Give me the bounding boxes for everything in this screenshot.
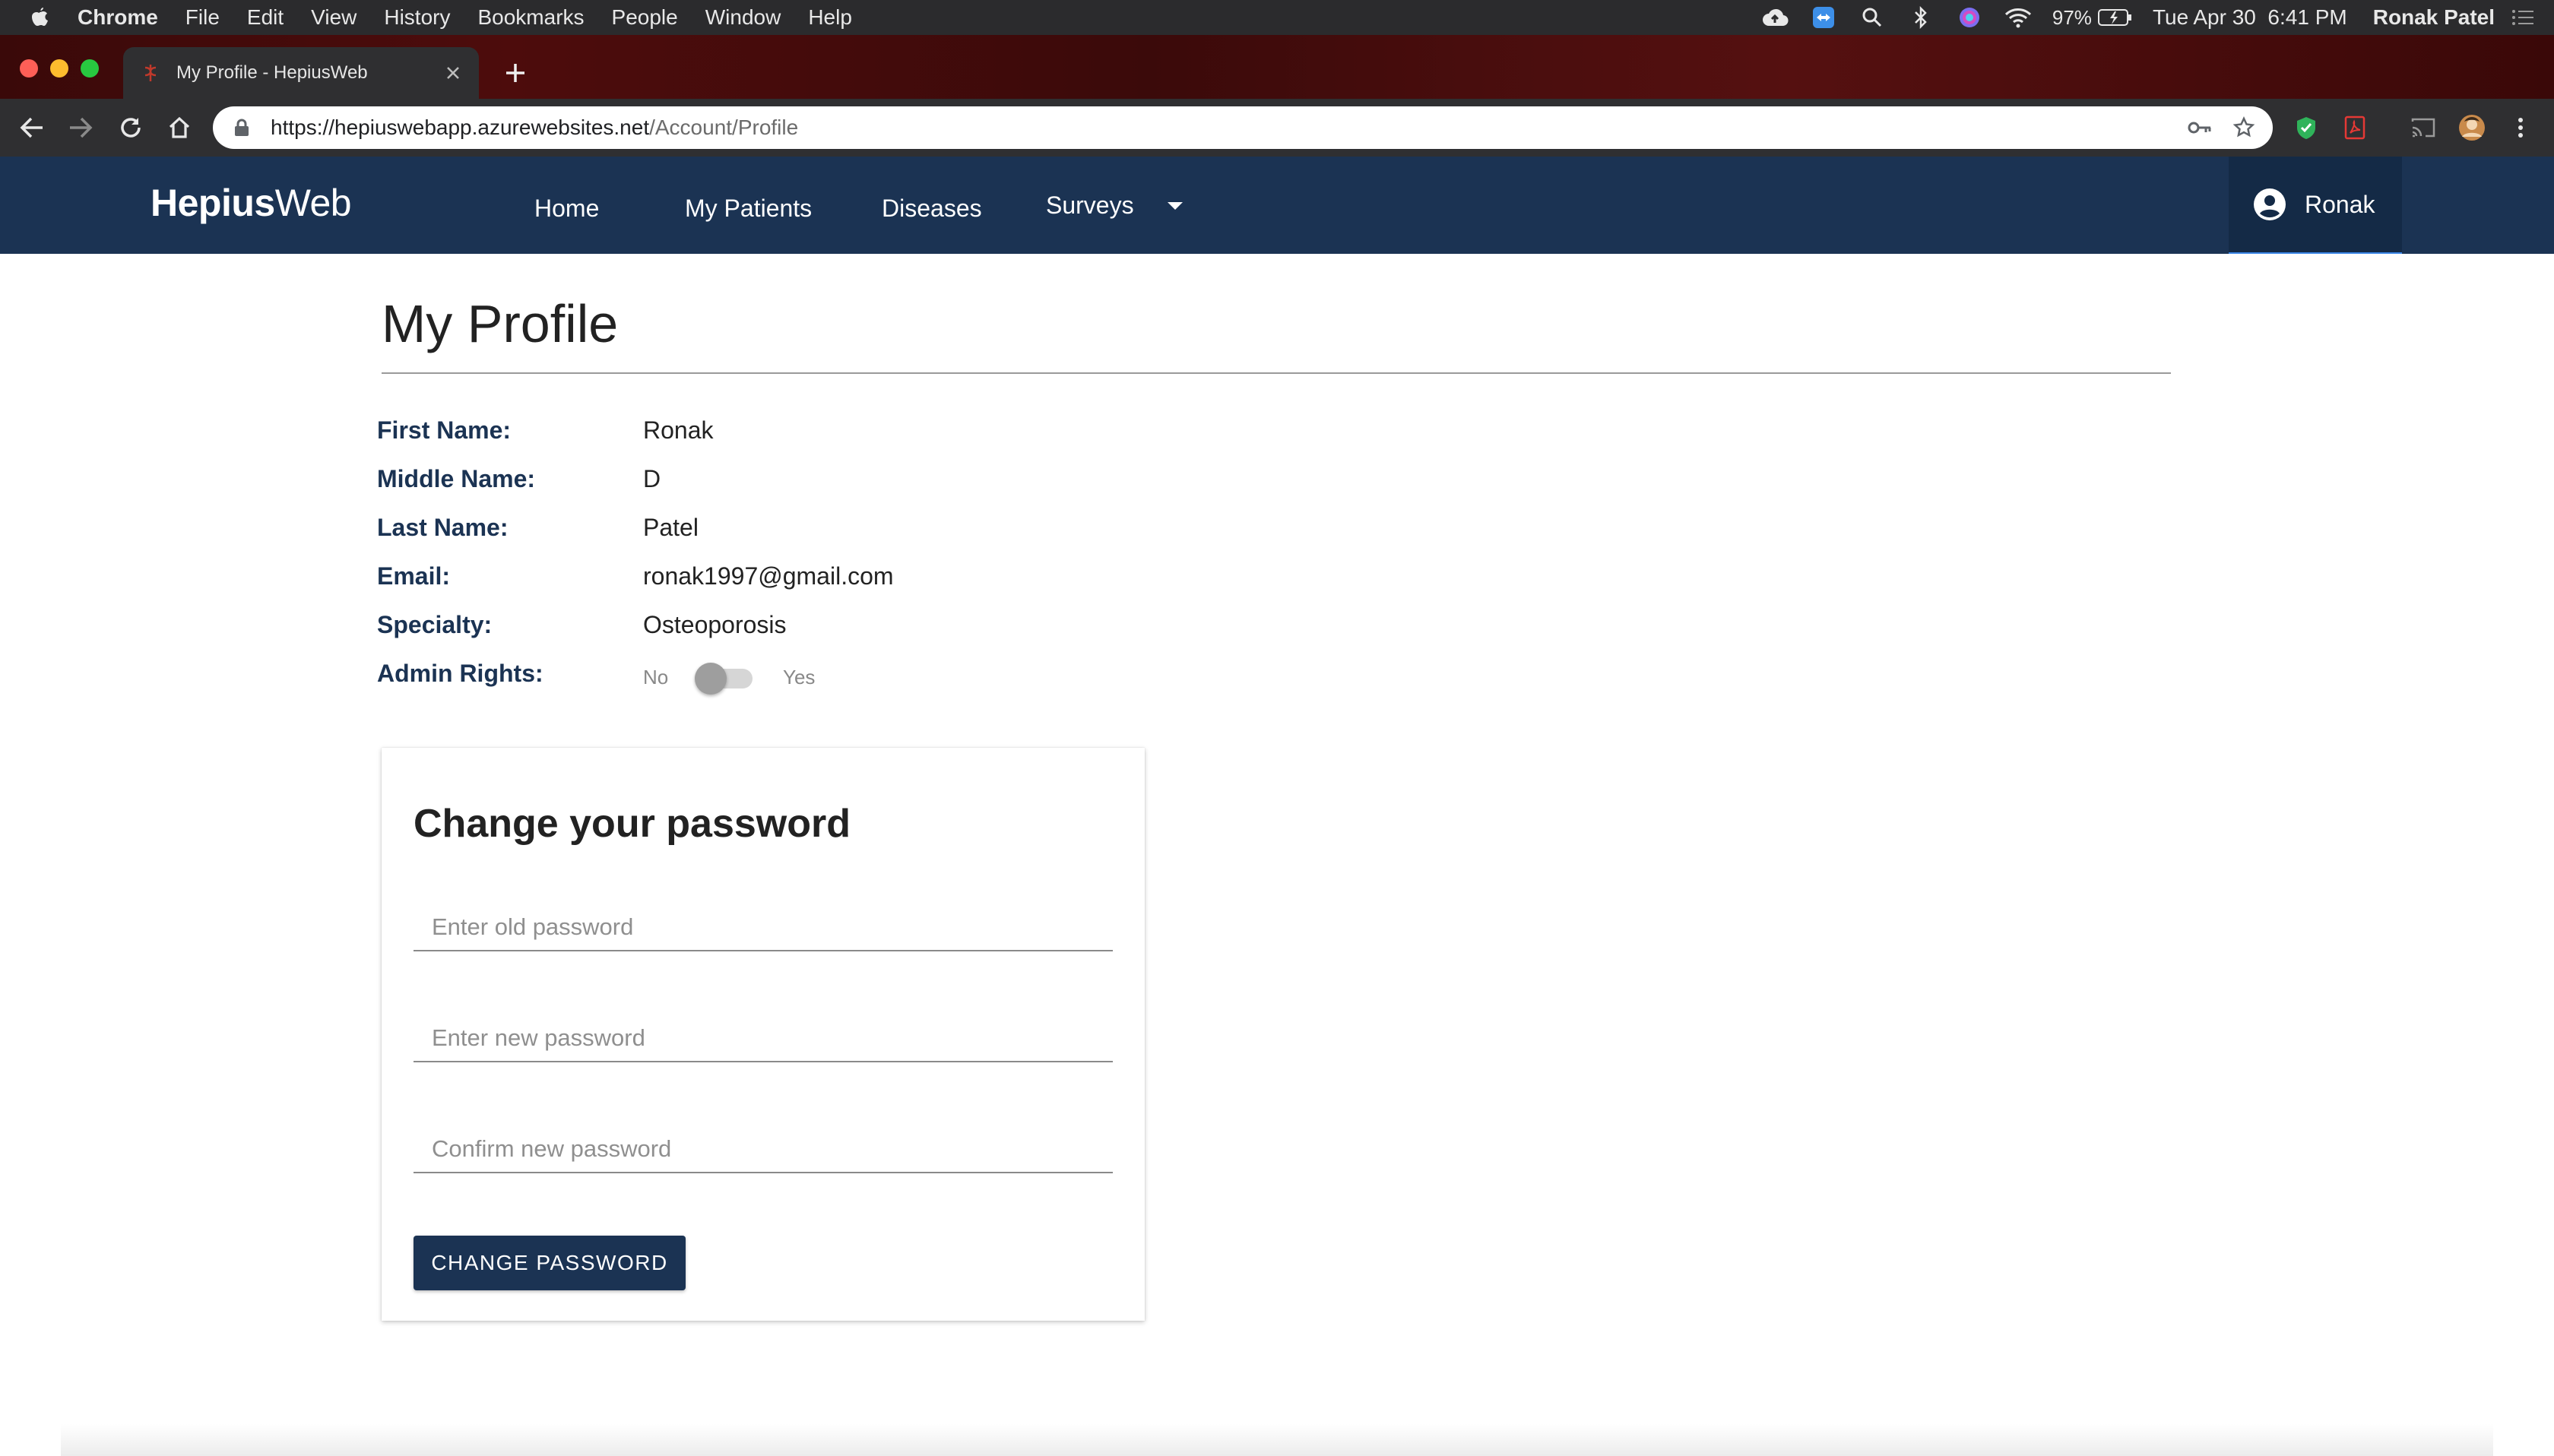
change-password-title: Change your password	[414, 802, 851, 846]
last-name-value: Patel	[643, 514, 699, 541]
forward-arrow-icon[interactable]	[67, 114, 94, 141]
wifi-icon[interactable]	[2004, 6, 2033, 29]
battery-percent: 97%	[2052, 5, 2092, 29]
middle-name-value: D	[643, 465, 661, 492]
first-name-value: Ronak	[643, 416, 714, 444]
url-path: /Account/Profile	[649, 116, 799, 139]
battery-charging-icon[interactable]	[2097, 6, 2133, 29]
page-bottom-shadow	[61, 1424, 2493, 1456]
pdf-extension-icon[interactable]	[2341, 114, 2369, 141]
menu-view[interactable]: View	[311, 5, 356, 30]
window-close-button[interactable]	[20, 59, 38, 78]
menu-window[interactable]: Window	[705, 5, 781, 30]
page-title: My Profile	[382, 294, 619, 353]
home-icon[interactable]	[166, 114, 193, 141]
user-menu-name: Ronak	[2305, 190, 2375, 218]
hepiusweb-logo[interactable]: HepiusWeb	[151, 181, 352, 225]
lock-icon[interactable]	[234, 118, 252, 138]
app-navbar: HepiusWeb Home My Patients Diseases Surv…	[0, 157, 2554, 257]
old-password-input[interactable]	[414, 904, 1113, 951]
url-host: https://hepiuswebapp.azurewebsites.net	[271, 116, 650, 139]
hepius-favicon-icon	[140, 62, 161, 84]
menu-app-chrome[interactable]: Chrome	[78, 5, 158, 30]
menu-file[interactable]: File	[185, 5, 220, 30]
cast-icon[interactable]	[2410, 114, 2437, 141]
browser-tab-active[interactable]: My Profile - HepiusWeb	[123, 47, 479, 99]
new-password-input[interactable]	[414, 1015, 1113, 1062]
user-menu[interactable]: Ronak	[2229, 157, 2402, 257]
password-key-icon[interactable]	[2188, 116, 2212, 140]
profile-avatar-icon[interactable]	[2458, 114, 2486, 141]
notification-center-icon[interactable]	[2508, 6, 2537, 29]
admin-rights-toggle-thumb[interactable]	[695, 663, 727, 695]
window-maximize-button[interactable]	[81, 59, 99, 78]
menu-history[interactable]: History	[384, 5, 450, 30]
bluetooth-icon[interactable]	[1906, 6, 1935, 29]
tab-title: My Profile - HepiusWeb	[176, 62, 368, 83]
reload-icon[interactable]	[117, 114, 144, 141]
chevron-down-icon[interactable]	[1168, 202, 1183, 210]
address-bar[interactable]: https://hepiuswebapp.azurewebsites.net /…	[213, 106, 2273, 149]
siri-icon[interactable]	[1955, 6, 1984, 29]
browser-toolbar: https://hepiuswebapp.azurewebsites.net /…	[0, 99, 2554, 157]
spotlight-search-icon[interactable]	[1858, 6, 1887, 29]
teamviewer-icon[interactable]	[1809, 6, 1838, 29]
new-tab-icon[interactable]	[502, 59, 529, 87]
nav-home[interactable]: Home	[534, 195, 599, 223]
change-password-card: Change your password CHANGE PASSWORD	[382, 748, 1145, 1321]
back-arrow-icon[interactable]	[18, 114, 46, 141]
menu-people[interactable]: People	[612, 5, 678, 30]
browser-tab-strip: My Profile - HepiusWeb	[0, 35, 2554, 99]
admin-toggle-yes-label: Yes	[783, 666, 816, 688]
nav-diseases[interactable]: Diseases	[882, 195, 982, 223]
email-value: ronak1997@gmail.com	[643, 562, 894, 590]
menu-edit[interactable]: Edit	[247, 5, 284, 30]
change-password-button[interactable]: CHANGE PASSWORD	[414, 1236, 686, 1290]
window-minimize-button[interactable]	[50, 59, 68, 78]
account-circle-icon	[2253, 188, 2286, 221]
menu-bookmarks[interactable]: Bookmarks	[477, 5, 584, 30]
menu-user-name[interactable]: Ronak Patel	[2373, 5, 2495, 30]
page-content: My Profile First Name: Ronak Middle Name…	[0, 254, 2554, 1456]
apple-icon[interactable]	[29, 6, 52, 29]
menu-help[interactable]: Help	[808, 5, 852, 30]
specialty-value: Osteoporosis	[643, 611, 787, 638]
last-name-label: Last Name:	[377, 514, 509, 541]
first-name-label: First Name:	[377, 416, 512, 444]
admin-rights-label: Admin Rights:	[377, 660, 543, 687]
specialty-label: Specialty:	[377, 611, 493, 638]
nav-surveys[interactable]: Surveys	[1046, 191, 1134, 220]
adblock-shield-icon[interactable]	[2293, 114, 2320, 141]
title-divider	[382, 372, 2171, 374]
admin-toggle-no-label: No	[643, 666, 669, 688]
email-label: Email:	[377, 562, 451, 590]
chrome-menu-icon[interactable]	[2507, 114, 2534, 141]
tab-close-icon[interactable]	[442, 62, 464, 84]
macos-menu-bar: Chrome File Edit View History Bookmarks …	[0, 0, 2554, 35]
confirm-password-input[interactable]	[414, 1126, 1113, 1173]
cloud-upload-icon[interactable]	[1760, 6, 1789, 29]
nav-my-patients[interactable]: My Patients	[685, 195, 812, 223]
bookmark-star-icon[interactable]	[2232, 116, 2256, 140]
clock[interactable]: Tue Apr 30 6:41 PM	[2153, 5, 2347, 30]
middle-name-label: Middle Name:	[377, 465, 536, 492]
